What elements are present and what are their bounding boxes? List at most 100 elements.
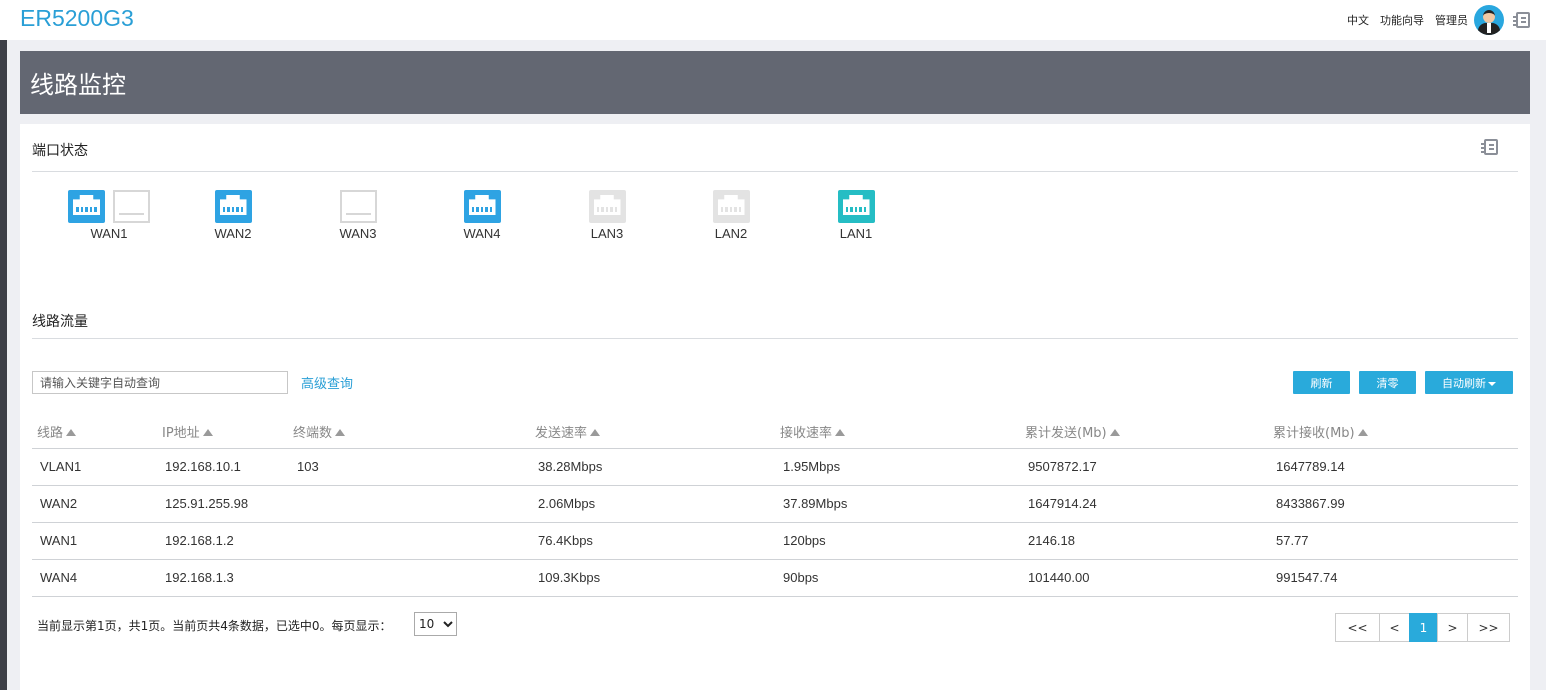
traffic-title: 线路流量	[32, 314, 88, 330]
manual-icon[interactable]	[1513, 12, 1530, 28]
column-header[interactable]: 终端数	[293, 422, 346, 441]
table-cell: 1647789.14	[1276, 459, 1345, 474]
table-row[interactable]: VLAN1 192.168.10.1 103 38.28Mbps 1.95Mbps 950…	[32, 449, 1518, 486]
sfp-port-icon	[113, 190, 150, 223]
column-header-label: 接收速率	[780, 426, 833, 441]
table-cell: 37.89Mbps	[783, 496, 848, 511]
sort-icon[interactable]	[335, 429, 346, 436]
help-book-icon[interactable]	[1481, 139, 1498, 155]
table-cell: 192.168.10.1	[165, 459, 241, 474]
port-wan3[interactable]: WAN3	[328, 190, 388, 241]
ethernet-port-icon	[463, 190, 501, 223]
avatar[interactable]	[1474, 5, 1504, 35]
table-cell: 991547.74	[1276, 570, 1338, 585]
port-wan2[interactable]: WAN2	[203, 190, 263, 241]
column-header-label: IP地址	[162, 426, 200, 441]
chevron-down-icon	[1488, 381, 1496, 386]
column-header-label: 累计发送(Mb)	[1025, 426, 1107, 441]
table-row[interactable]: WAN2 125.91.255.98 2.06Mbps 37.89Mbps 164791…	[32, 486, 1518, 523]
brand-logo: ER5200G3	[20, 5, 134, 31]
column-header-label: 终端数	[293, 426, 333, 441]
table-row[interactable]: WAN1 192.168.1.2 76.4Kbps 120bps 2146.18 57.7…	[32, 523, 1518, 560]
ethernet-port-icon	[214, 190, 252, 223]
table-cell: 8433867.99	[1276, 496, 1345, 511]
table-row[interactable]: WAN4 192.168.1.3 109.3Kbps 90bps 101440.00 99…	[32, 560, 1518, 597]
port-wan1[interactable]: WAN1	[67, 190, 151, 241]
sort-icon[interactable]	[835, 429, 846, 436]
port-icons	[67, 190, 151, 223]
admin-link[interactable]: 管理员	[1435, 12, 1468, 28]
column-header[interactable]: 发送速率	[535, 422, 601, 441]
prev-page-button[interactable]: <	[1379, 613, 1410, 642]
clear-button[interactable]: 清零	[1359, 371, 1416, 394]
advanced-query-link[interactable]: 高级查询	[301, 373, 353, 392]
table-cell: 9507872.17	[1028, 459, 1097, 474]
table-cell: 2146.18	[1028, 533, 1075, 548]
column-header-label: 发送速率	[535, 426, 588, 441]
table-cell: 1.95Mbps	[783, 459, 841, 474]
top-right-menu: 中文 功能向导 管理员	[1336, 5, 1530, 35]
search-input[interactable]	[32, 371, 288, 394]
table-cell: 38.28Mbps	[538, 459, 603, 474]
column-header-label: 线路	[37, 426, 64, 441]
table-cell: WAN4	[40, 570, 78, 585]
clear-button-label: 清零	[1376, 376, 1399, 390]
port-label: LAN3	[590, 226, 624, 241]
table-cell: 90bps	[783, 570, 819, 585]
page-banner: 线路监控	[20, 51, 1530, 114]
pagination: << < 1 > >>	[1335, 613, 1510, 642]
port-label: LAN1	[839, 226, 873, 241]
port-icons	[701, 190, 761, 223]
port-label: LAN2	[714, 226, 748, 241]
port-icons	[452, 190, 512, 223]
table-cell: 101440.00	[1028, 570, 1090, 585]
main-panel: 端口状态 WAN1 WAN2 WAN3 WAN4 LAN3 LAN2 LAN1 线路流量 高…	[20, 124, 1530, 690]
sort-icon[interactable]	[66, 429, 77, 436]
table-cell: 192.168.1.2	[165, 533, 234, 548]
sort-icon[interactable]	[1357, 429, 1368, 436]
column-header-label: 累计接收(Mb)	[1273, 426, 1355, 441]
table-cell: 57.77	[1276, 533, 1309, 548]
ethernet-port-icon	[588, 190, 626, 223]
top-bar: ER5200G3 中文 功能向导 管理员	[0, 0, 1546, 40]
port-lan2[interactable]: LAN2	[701, 190, 761, 241]
page-size-select[interactable]: 10	[414, 612, 457, 636]
port-lan1[interactable]: LAN1	[826, 190, 886, 241]
auto-refresh-dropdown[interactable]: 自动刷新	[1425, 371, 1513, 394]
column-header[interactable]: 累计发送(Mb)	[1025, 422, 1120, 441]
port-lan3[interactable]: LAN3	[577, 190, 637, 241]
sort-icon[interactable]	[1109, 429, 1120, 436]
window-edge	[0, 0, 7, 690]
wizard-link[interactable]: 功能向导	[1380, 12, 1424, 28]
next-page-button[interactable]: >	[1437, 613, 1468, 642]
column-header[interactable]: 线路	[37, 422, 77, 441]
language-link[interactable]: 中文	[1347, 12, 1369, 28]
refresh-button-label: 刷新	[1310, 376, 1333, 390]
table-cell: 1647914.24	[1028, 496, 1097, 511]
table-cell: 120bps	[783, 533, 826, 548]
refresh-button[interactable]: 刷新	[1293, 371, 1350, 394]
table-cell: 103	[297, 459, 319, 474]
port-icons	[826, 190, 886, 223]
table-cell: WAN2	[40, 496, 78, 511]
sort-icon[interactable]	[202, 429, 213, 436]
column-header[interactable]: 累计接收(Mb)	[1273, 422, 1368, 441]
divider	[32, 338, 1518, 339]
sort-icon[interactable]	[590, 429, 601, 436]
port-label: WAN4	[463, 226, 501, 241]
port-label: WAN1	[90, 226, 128, 241]
divider	[32, 171, 1518, 172]
table-header: 线路 IP地址 终端数 发送速率 接收速率 累计发送(Mb) 累计接收(Mb)	[32, 413, 1518, 449]
table-cell: 76.4Kbps	[538, 533, 593, 548]
ethernet-port-icon	[68, 190, 105, 223]
page-1-button[interactable]: 1	[1409, 613, 1438, 642]
ethernet-port-icon	[837, 190, 875, 223]
port-label: WAN3	[339, 226, 377, 241]
port-icons	[577, 190, 637, 223]
column-header[interactable]: IP地址	[162, 422, 213, 441]
last-page-button[interactable]: >>	[1467, 613, 1510, 642]
port-wan4[interactable]: WAN4	[452, 190, 512, 241]
table-cell: 109.3Kbps	[538, 570, 601, 585]
first-page-button[interactable]: <<	[1335, 613, 1380, 642]
column-header[interactable]: 接收速率	[780, 422, 846, 441]
